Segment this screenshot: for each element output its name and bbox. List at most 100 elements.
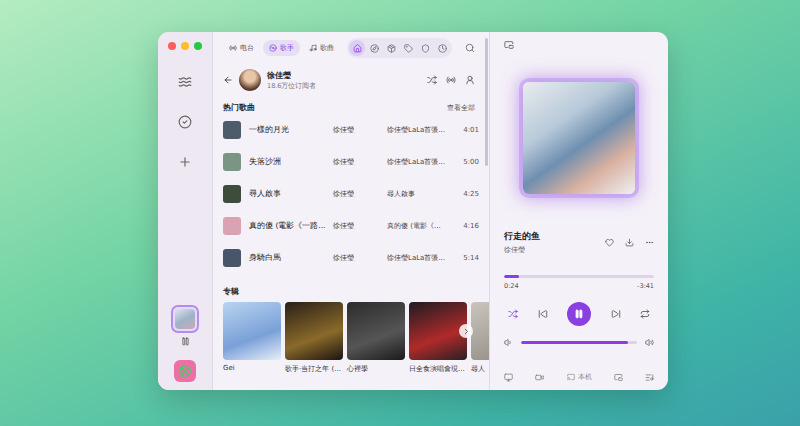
album-card[interactable]: 日全食演唱會現...	[409, 302, 467, 374]
volume-low-icon	[504, 338, 513, 347]
song-duration: 5:00	[459, 158, 479, 166]
search-icon	[465, 43, 475, 53]
radio-icon	[229, 44, 237, 52]
song-thumb	[223, 185, 241, 203]
previous-button[interactable]	[538, 309, 548, 319]
song-title: 一樣的月光	[249, 125, 327, 135]
artist-header: 徐佳瑩18.6万位订阅者	[223, 68, 479, 92]
plus-icon	[178, 155, 192, 169]
song-artist: 徐佳瑩	[333, 125, 381, 135]
download-icon[interactable]	[625, 238, 634, 247]
artist-avatar	[239, 69, 261, 91]
album-title: 心裡學	[347, 364, 405, 374]
now-playing-thumb[interactable]	[171, 305, 199, 333]
window-control-button[interactable]	[181, 42, 189, 50]
pause-icon	[181, 337, 190, 346]
sidebar-item[interactable]	[175, 112, 195, 132]
album-cover	[347, 302, 405, 360]
volume-slider[interactable]	[521, 341, 637, 344]
song-album: 尋人啟事	[387, 189, 453, 199]
tag-icon	[404, 44, 413, 53]
artist-name: 徐佳瑩	[267, 70, 316, 81]
music-icon	[309, 44, 317, 52]
song-artist: 徐佳瑩	[333, 189, 381, 199]
album-cover	[285, 302, 343, 360]
window-control-button[interactable]	[168, 42, 176, 50]
song-title: 身騎白馬	[249, 253, 327, 263]
repeat-icon	[640, 309, 650, 319]
shuffle-icon	[508, 309, 518, 319]
clover-icon	[178, 364, 192, 378]
mini-player-button[interactable]	[504, 40, 654, 50]
track-info: 行走的鱼徐佳瑩	[504, 230, 654, 255]
repeat-button[interactable]	[640, 309, 650, 319]
song-artist: 徐佳瑩	[333, 157, 381, 167]
icon-tab[interactable]	[383, 40, 399, 56]
album-row: Gei 歌手·当打之年 (... 心裡學日全食演唱會現...尋人	[223, 302, 489, 374]
album-card[interactable]: 心裡學	[347, 302, 405, 374]
back-button[interactable]	[223, 75, 233, 85]
volume-row	[504, 338, 654, 347]
output-device[interactable]: 本机	[567, 372, 592, 382]
icon-tab[interactable]	[434, 40, 450, 56]
song-album: 徐佳瑩LaLa首張...	[387, 253, 453, 263]
sidebar-item[interactable]	[175, 152, 195, 172]
song-row[interactable]: 尋人啟事徐佳瑩尋人啟事4:25	[223, 178, 479, 210]
section-title: 热门歌曲	[223, 102, 255, 114]
song-row[interactable]: 真的傻 (電影《一路...徐佳瑩真的傻 (電影《...4:16	[223, 210, 479, 242]
play-pause-button[interactable]	[567, 302, 591, 326]
song-album: 徐佳瑩LaLa首張...	[387, 125, 453, 135]
heart-icon[interactable]	[605, 238, 614, 247]
user-icon[interactable]	[465, 75, 475, 85]
mini-pause[interactable]	[181, 337, 190, 346]
song-duration: 5:14	[459, 254, 479, 262]
shuffle-icon[interactable]	[427, 75, 437, 85]
radio-icon[interactable]	[446, 75, 456, 85]
section-title: 专辑	[223, 286, 239, 298]
icon-tab[interactable]	[366, 40, 382, 56]
tab[interactable]: 歌曲	[303, 40, 340, 56]
album-title: Gei	[223, 364, 281, 372]
song-title: 失落沙洲	[249, 157, 327, 167]
sidebar-item[interactable]	[175, 72, 195, 92]
disc-icon	[269, 44, 277, 52]
app-icon[interactable]	[174, 360, 196, 382]
package-icon	[387, 44, 396, 53]
song-duration: 4:01	[459, 126, 479, 134]
scrollbar[interactable]	[485, 38, 488, 166]
progress-bar[interactable]	[504, 275, 654, 278]
tab[interactable]: 歌手	[263, 40, 300, 56]
song-row[interactable]: 一樣的月光徐佳瑩徐佳瑩LaLa首張... 4:01	[223, 114, 479, 146]
search-button[interactable]	[465, 43, 479, 53]
now-playing-panel: 行走的鱼徐佳瑩0:24-3:41本机	[490, 32, 668, 390]
see-all-link[interactable]: 查看全部	[447, 102, 479, 114]
shuffle-button[interactable]	[508, 309, 518, 319]
next-button[interactable]	[611, 309, 621, 319]
icon-tab[interactable]	[349, 40, 365, 56]
next-button[interactable]	[459, 324, 473, 338]
more-icon[interactable]	[645, 238, 654, 247]
video-icon[interactable]	[535, 373, 544, 382]
monitor-icon[interactable]	[504, 373, 513, 382]
song-row[interactable]: 失落沙洲徐佳瑩徐佳瑩LaLa首張...5:00	[223, 146, 479, 178]
queue-icon[interactable]	[645, 373, 654, 382]
volume-fill	[521, 341, 628, 344]
window-control-button[interactable]	[194, 42, 202, 50]
icon-tab[interactable]	[400, 40, 416, 56]
song-duration: 4:16	[459, 222, 479, 230]
song-row[interactable]: 身騎白馬徐佳瑩徐佳瑩LaLa首張...5:14	[223, 242, 479, 274]
album-card[interactable]: 尋人	[471, 302, 489, 374]
compass-icon	[370, 44, 379, 53]
tab[interactable]: 电台	[223, 40, 260, 56]
playback-controls	[504, 302, 654, 326]
song-thumb	[223, 249, 241, 267]
picture-in-picture-icon[interactable]	[614, 373, 623, 382]
album-title: 歌手·当打之年 (...	[285, 364, 343, 374]
album-card[interactable]: 歌手·当打之年 (...	[285, 302, 343, 374]
song-thumb	[223, 121, 241, 139]
icon-tab[interactable]	[417, 40, 433, 56]
cast-icon	[567, 373, 575, 381]
album-cover	[471, 302, 489, 360]
album-card[interactable]: Gei	[223, 302, 281, 374]
pause-icon	[574, 309, 584, 319]
